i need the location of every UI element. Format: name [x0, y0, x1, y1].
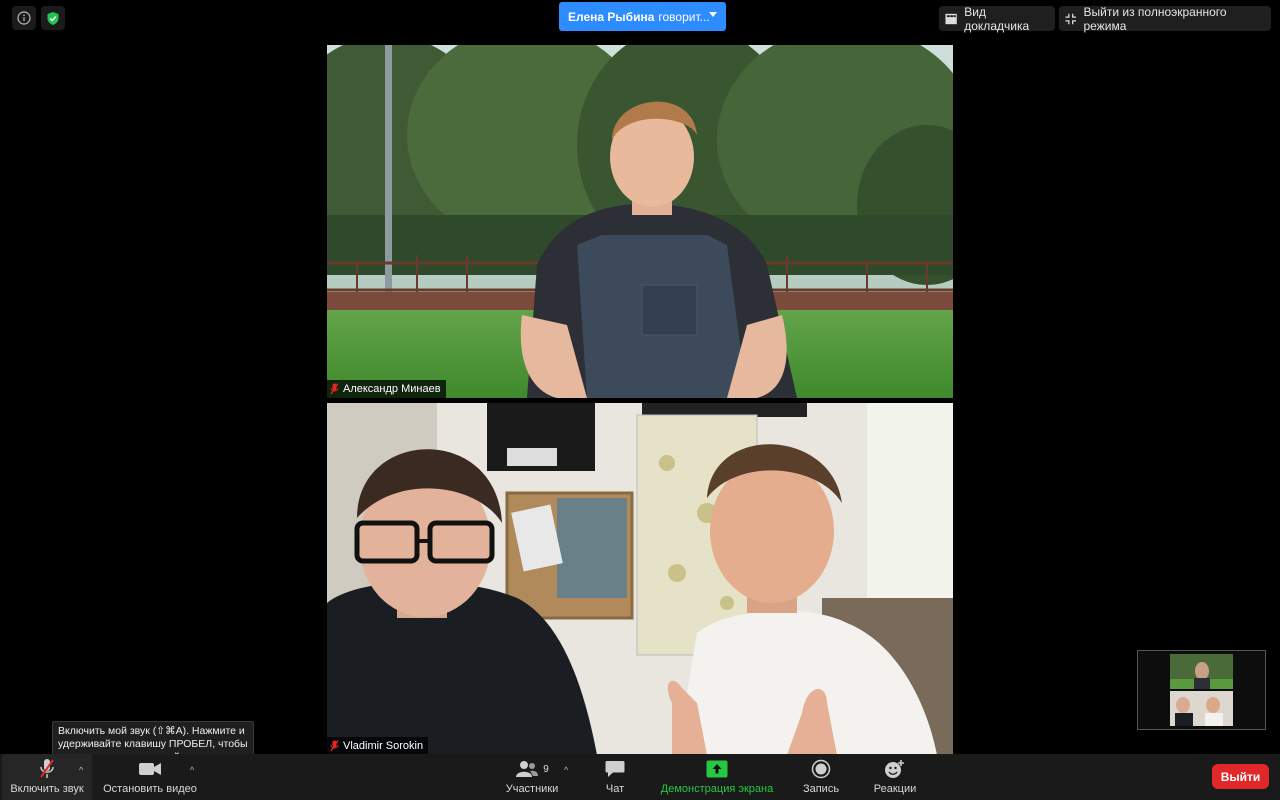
self-view-preview: [1138, 651, 1265, 729]
self-view-thumbnail[interactable]: [1137, 650, 1266, 730]
participants-icon: [516, 761, 539, 777]
chat-button[interactable]: Чат: [596, 754, 634, 800]
audio-options-caret[interactable]: ^: [79, 765, 83, 775]
record-label: Запись: [802, 783, 840, 795]
chat-label: Чат: [605, 783, 625, 795]
video-tile-participant-2[interactable]: Vladimir Sorokin: [327, 403, 953, 755]
participants-count: 9: [543, 763, 549, 775]
speaker-view-button[interactable]: Вид докладчика: [939, 4, 1055, 33]
exit-fullscreen-button[interactable]: Выйти из полноэкранного режима: [1059, 4, 1271, 33]
speaker-view-icon: [945, 13, 957, 24]
share-screen-button[interactable]: Демонстрация экрана: [654, 754, 780, 800]
stop-video-label: Остановить видео: [103, 783, 197, 795]
unmute-button[interactable]: Включить звук: [2, 754, 92, 800]
shield-icon: [47, 11, 59, 25]
video-options-caret[interactable]: ^: [190, 765, 194, 775]
speaker-view-label: Вид докладчика: [964, 4, 1030, 33]
exit-fullscreen-label: Выйти из полноэкранного режима: [1083, 4, 1227, 33]
meeting-toolbar: Включить звук ^ Остановить видео ^ 9 Уча…: [0, 754, 1280, 800]
encryption-button[interactable]: [41, 6, 65, 30]
chevron-down-icon: [709, 12, 717, 17]
info-icon: [17, 11, 31, 25]
participant-name-tag: Александр Минаев: [327, 380, 446, 398]
muted-microphone-icon: [40, 759, 54, 778]
active-speaker-banner[interactable]: Елена Рыбина говорит...: [559, 2, 726, 31]
video-camera-icon: [139, 763, 161, 775]
record-button[interactable]: Запись: [796, 754, 846, 800]
active-speaker-name: Елена Рыбина: [568, 9, 655, 24]
participant-video-2: [327, 403, 953, 755]
participant-name: Александр Минаев: [343, 383, 441, 395]
muted-mic-icon: [330, 740, 339, 752]
reactions-button[interactable]: Реакции: [868, 754, 922, 800]
reactions-label: Реакции: [873, 783, 917, 795]
share-screen-icon: [706, 760, 728, 778]
muted-mic-icon: [330, 383, 339, 395]
info-button[interactable]: [12, 6, 36, 30]
chat-bubble-icon: [605, 761, 625, 777]
participant-name: Vladimir Sorokin: [343, 740, 424, 752]
stop-video-button[interactable]: Остановить видео: [98, 754, 202, 800]
unmute-label: Включить звук: [10, 783, 84, 795]
video-tile-participant-1[interactable]: Александр Минаев: [327, 45, 953, 398]
participants-label: Участники: [505, 783, 559, 795]
speaking-status: говорит...: [658, 9, 710, 24]
exit-fullscreen-icon: [1065, 13, 1077, 24]
participant-name-tag: Vladimir Sorokin: [327, 737, 429, 755]
reaction-smiley-icon: [885, 760, 904, 778]
participant-video-1: [327, 45, 953, 398]
participants-options-caret[interactable]: ^: [564, 765, 568, 775]
share-screen-label: Демонстрация экрана: [660, 783, 774, 795]
leave-meeting-button[interactable]: Выйти: [1212, 764, 1269, 789]
participants-button[interactable]: 9 Участники: [500, 754, 564, 800]
record-icon: [811, 759, 831, 779]
